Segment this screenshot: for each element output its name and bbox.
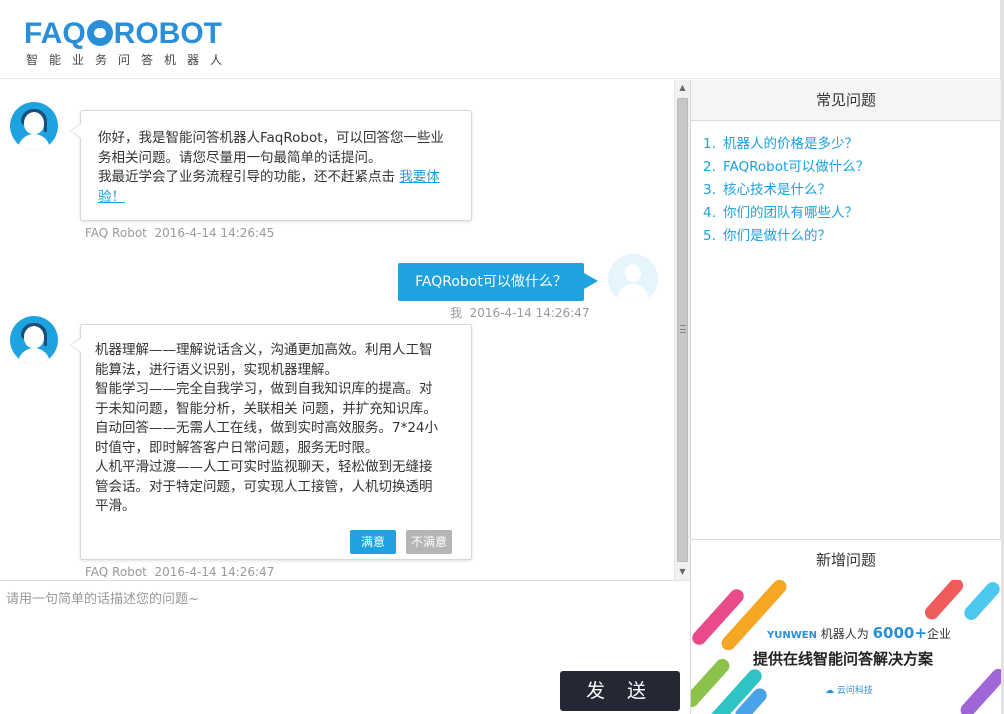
message-meta: 我 2016-4-14 14:26:47: [450, 306, 590, 320]
robot-message-bubble: 你好，我是智能问答机器人FaqRobot，可以回答您一些业 务相关问题。请您尽量…: [70, 110, 472, 221]
scroll-down-arrow-icon[interactable]: ▼: [675, 564, 690, 580]
banner-slogan: 提供在线智能问答解决方案: [753, 650, 934, 668]
try-it-link[interactable]: 我要体: [399, 169, 440, 185]
message-line: 时值守，即时解答客户日常问题，服务无时限。: [95, 439, 379, 456]
faq-item[interactable]: 2. FAQRobot可以做什么？: [703, 156, 869, 179]
decor-stripe: [961, 580, 1001, 623]
try-it-link-cont[interactable]: 验！: [98, 189, 125, 205]
message-line: 智能学习——完全自我学习，做到自我知识库的提高。对: [95, 381, 433, 397]
user-avatar: [608, 254, 658, 304]
scroll-up-arrow-icon[interactable]: ▲: [675, 80, 690, 96]
cloud-logo-icon: ☁: [825, 686, 837, 696]
robot-avatar: [10, 102, 58, 150]
scroll-thumb[interactable]: [677, 98, 688, 562]
message-line: 你好，我是智能问答机器人FaqRobot，可以回答您一些业: [98, 130, 445, 146]
message-line: 管会话。对于特定问题，可实现人工接管，人机切换透明: [95, 478, 433, 495]
message-line: 能算法，进行语义识别，实现机器理解。: [95, 361, 338, 378]
robot-head-icon: [86, 20, 113, 46]
satisfied-button[interactable]: 满意: [350, 530, 396, 554]
send-button[interactable]: 发 送: [560, 671, 680, 711]
faq-item[interactable]: 3. 核心技术是什么？: [703, 179, 869, 202]
robot-message-bubble: 机器理解——理解说话含义，沟通更加高效。利用人工智 能算法，进行语义识别，实现机…: [70, 324, 472, 560]
faqrobot-logo[interactable]: FAQ ROBOT 智能业务问答机器人: [24, 16, 244, 67]
ad-banner[interactable]: YUNWEN 机器人为 6000+企业 提供在线智能问答解决方案 ☁ 云问科技: [691, 580, 1001, 714]
message-line: 平滑。: [95, 498, 136, 514]
new-questions-title: 新增问题: [691, 539, 1001, 580]
banner-headline: YUNWEN 机器人为 6000+企业: [767, 624, 951, 642]
logo-wordmark: FAQ ROBOT: [24, 17, 222, 50]
banner-company: ☁ 云问科技: [825, 686, 873, 696]
message-line: 机器理解——理解说话含义，沟通更加高效。利用人工智: [95, 342, 433, 358]
user-message-bubble: FAQRobot可以做什么？: [398, 263, 598, 301]
chat-scrollbar[interactable]: ▲ ▼: [674, 80, 690, 580]
decor-stripe: [922, 580, 966, 623]
message-line: 自动回答——无需人工在线，做到实时高效服务。7*24小: [95, 420, 439, 436]
faq-item[interactable]: 4. 你们的团队有哪些人？: [703, 202, 869, 225]
logo-tagline: 智能业务问答机器人: [26, 53, 234, 67]
faq-item[interactable]: 5. 你们是做什么的？: [703, 225, 869, 248]
message-meta: FAQ Robot 2016-4-14 14:26:45: [85, 226, 275, 240]
message-line: 于未知问题，智能分析，关联相关 问题，并扩充知识库。: [95, 400, 437, 417]
decor-stripe: [718, 580, 790, 654]
decor-stripe: [957, 666, 1001, 714]
message-line: 务相关问题。请您尽量用一句最简单的话提问。: [98, 149, 382, 166]
chat-history: 你好，我是智能问答机器人FaqRobot，可以回答您一些业 务相关问题。请您尽量…: [0, 80, 674, 580]
header: FAQ ROBOT 智能业务问答机器人: [0, 0, 1000, 79]
message-line: 我最近学会了业务流程引导的功能，还不赶紧点击: [98, 169, 400, 185]
faq-list: 1. 机器人的价格是多少？ 2. FAQRobot可以做什么？ 3. 核心技术是什么？…: [703, 133, 869, 248]
message-line: 人机平滑过渡——人工可实时监视聊天，轻松做到无缝接: [95, 459, 433, 475]
unsatisfied-button[interactable]: 不满意: [406, 530, 452, 554]
faq-item[interactable]: 1. 机器人的价格是多少？: [703, 133, 869, 156]
faq-title: 常见问题: [691, 80, 1001, 121]
robot-avatar: [10, 316, 58, 364]
message-meta: FAQ Robot 2016-4-14 14:26:47: [85, 565, 275, 579]
faq-sidebar: 常见问题 1. 机器人的价格是多少？ 2. FAQRobot可以做什么？ 3. 核心技…: [690, 80, 1001, 714]
